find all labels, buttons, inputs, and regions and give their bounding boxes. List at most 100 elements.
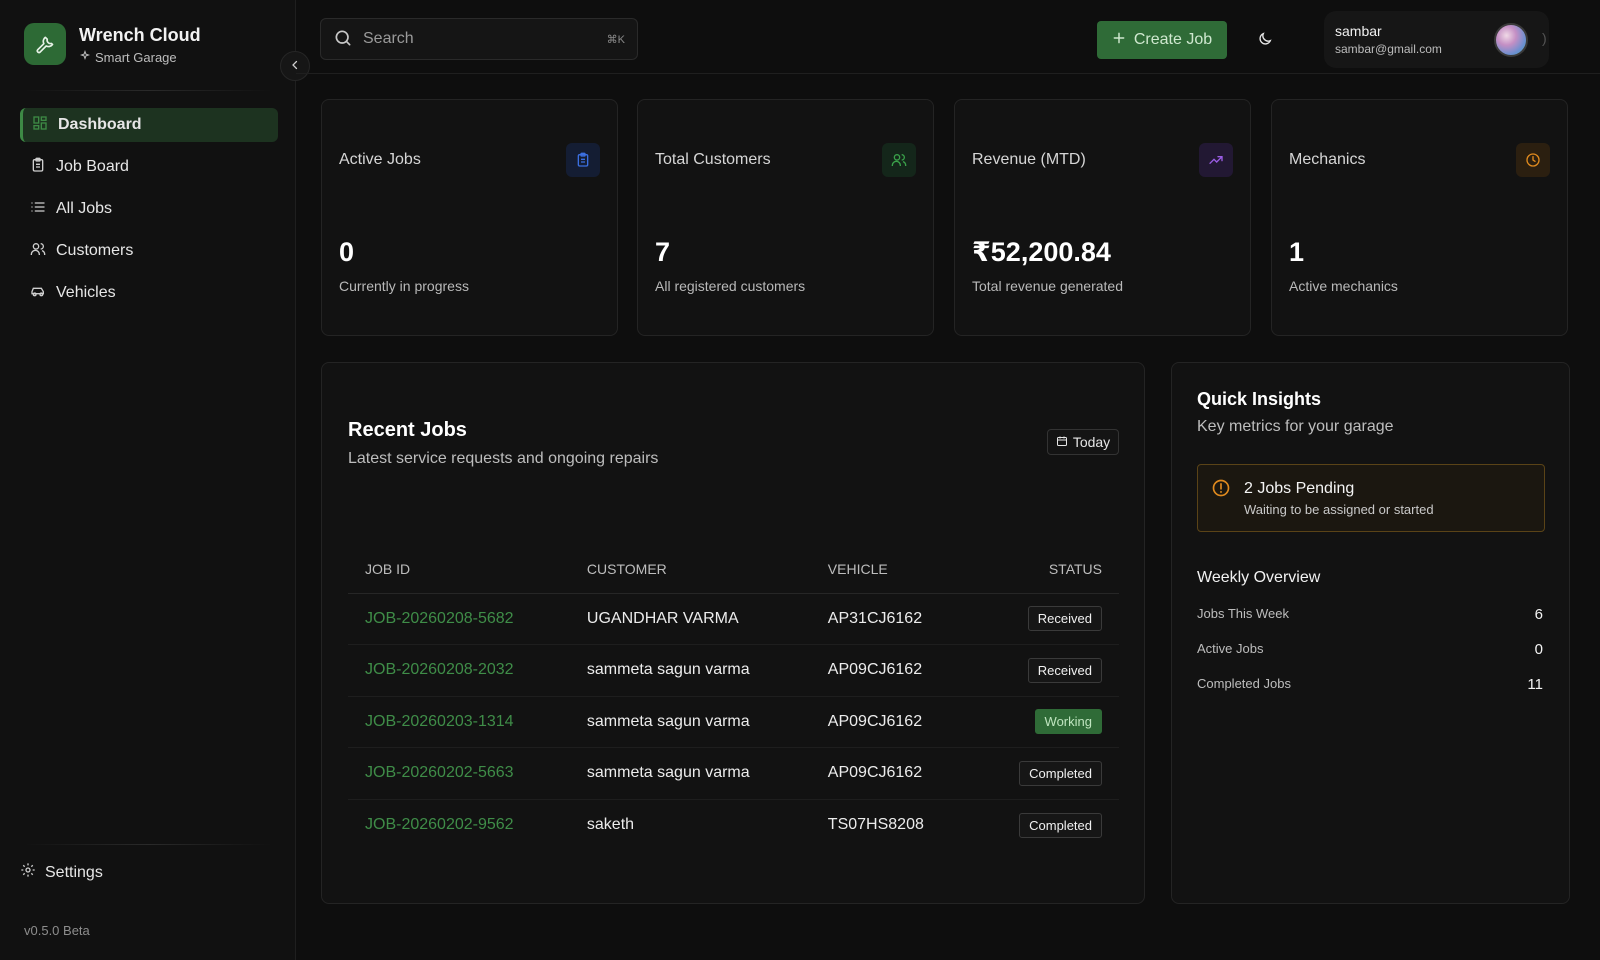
sidebar-item-job-board[interactable]: Job Board <box>20 150 278 184</box>
settings-label: Settings <box>45 863 103 881</box>
vehicle-cell: AP31CJ6162 <box>810 593 963 645</box>
weekly-value: 6 <box>1534 606 1543 623</box>
job-id-link[interactable]: JOB-20260202-9562 <box>348 799 570 851</box>
customer-cell: sammeta sagun varma <box>569 696 811 748</box>
job-id-link[interactable]: JOB-20260203-1314 <box>348 696 570 748</box>
table-row[interactable]: JOB-20260208-5682 UGANDHAR VARMA AP31CJ6… <box>348 593 1119 645</box>
avatar[interactable] <box>1494 23 1528 57</box>
search-icon <box>333 28 353 51</box>
sidebar-item-vehicles[interactable]: Vehicles <box>20 276 278 310</box>
stat-subtitle: All registered customers <box>655 278 806 294</box>
users-icon <box>882 143 916 177</box>
weekly-overview-title: Weekly Overview <box>1197 569 1321 586</box>
job-id-link[interactable]: JOB-20260208-2032 <box>348 644 570 697</box>
panel-title: Recent Jobs <box>348 419 467 441</box>
vehicle-cell: AP09CJ6162 <box>810 696 963 748</box>
panel-title: Quick Insights <box>1197 389 1322 409</box>
job-id-link[interactable]: JOB-20260208-5682 <box>348 593 570 645</box>
create-job-label: Create Job <box>1133 31 1213 48</box>
sidebar-item-customers[interactable]: Customers <box>20 234 278 268</box>
status-badge: Working <box>1034 709 1102 735</box>
trending-up-icon <box>1199 143 1233 177</box>
stat-title: Revenue (MTD) <box>972 151 1086 168</box>
brand: Wrench Cloud Smart Garage <box>24 23 310 81</box>
moon-icon <box>1257 31 1273 50</box>
stat-card-active-jobs: Active Jobs 0 Currently in progress <box>321 99 618 336</box>
chevron-right-icon: ) <box>1542 30 1547 46</box>
search-shortcut: ⌘K <box>606 33 625 46</box>
weekly-row-jobs-this-week: Jobs This Week 6 <box>1197 606 1543 623</box>
stat-subtitle: Total revenue generated <box>972 278 1123 294</box>
recent-jobs-panel: Recent Jobs Latest service requests and … <box>321 362 1145 904</box>
stat-subtitle: Active mechanics <box>1289 278 1398 294</box>
brand-subtitle: Smart Garage <box>79 49 177 65</box>
customer-cell: sammeta sagun varma <box>569 747 811 800</box>
column-header[interactable]: JOB ID <box>348 546 570 594</box>
vehicle-cell: AP09CJ6162 <box>810 644 963 697</box>
status-cell: Received <box>962 644 1119 697</box>
panel-subtitle: Key metrics for your garage <box>1197 418 1394 435</box>
status-badge: Completed <box>1019 812 1102 838</box>
column-header[interactable]: STATUS <box>962 546 1119 594</box>
stat-value: 7 <box>655 237 671 267</box>
sidebar-item-dashboard[interactable]: Dashboard <box>20 108 278 142</box>
status-badge: Completed <box>1019 760 1102 786</box>
vehicle-cell: AP09CJ6162 <box>810 747 963 800</box>
top-header: Search ⌘K Create Job sambar sambar@gmail… <box>296 0 1600 74</box>
sidebar-nav: Dashboard Job Board All Jobs Customers V… <box>20 108 278 318</box>
user-menu[interactable]: sambar sambar@gmail.com <box>1324 11 1549 68</box>
create-job-button[interactable]: Create Job <box>1097 21 1227 59</box>
theme-toggle-button[interactable] <box>1253 28 1277 52</box>
stat-title: Total Customers <box>655 151 771 168</box>
customer-cell: sammeta sagun varma <box>569 644 811 697</box>
status-badge: Received <box>1027 606 1102 632</box>
sidebar-divider <box>24 90 272 91</box>
sidebar-item-label: Job Board <box>56 158 129 175</box>
weekly-label: Jobs This Week <box>1197 606 1290 621</box>
search-input[interactable]: Search ⌘K <box>320 18 638 60</box>
user-email: sambar@gmail.com <box>1335 42 1442 56</box>
stat-title: Active Jobs <box>339 151 421 168</box>
stat-subtitle: Currently in progress <box>339 278 469 294</box>
status-cell: Received <box>962 593 1119 645</box>
alert-subtitle: Waiting to be assigned or started <box>1244 502 1434 517</box>
recent-jobs-table: JOB ID CUSTOMER VEHICLE STATUS JOB-20260… <box>348 546 1119 851</box>
stat-card-revenue: Revenue (MTD) ₹52,200.84 Total revenue g… <box>954 99 1251 336</box>
sidebar: Wrench Cloud Smart Garage Dashboard Job … <box>0 0 310 960</box>
wrench-icon[interactable] <box>24 23 66 65</box>
table-row[interactable]: JOB-20260202-9562 saketh TS07HS8208 Comp… <box>348 799 1119 851</box>
stat-card-total-customers: Total Customers 7 All registered custome… <box>637 99 934 336</box>
column-header[interactable]: CUSTOMER <box>569 546 811 594</box>
stat-value: 0 <box>339 237 355 267</box>
column-header[interactable]: VEHICLE <box>810 546 963 594</box>
table-row[interactable]: JOB-20260203-1314 sammeta sagun varma AP… <box>348 696 1119 748</box>
plus-icon <box>1112 31 1126 50</box>
car-icon <box>30 283 46 304</box>
status-cell: Working <box>962 696 1119 748</box>
customer-cell: saketh <box>586 816 635 833</box>
user-name: sambar <box>1335 23 1382 39</box>
weekly-value: 11 <box>1527 676 1543 693</box>
date-filter-button[interactable]: Today <box>1047 429 1119 455</box>
sidebar-divider <box>24 844 272 845</box>
alert-circle-icon <box>1211 478 1231 501</box>
stat-value: 1 <box>1289 237 1305 267</box>
job-id-link[interactable]: JOB-20260202-5663 <box>348 747 570 800</box>
sidebar-item-settings[interactable]: Settings <box>20 862 103 883</box>
calendar-icon <box>1056 434 1068 450</box>
table-header-row: JOB ID CUSTOMER VEHICLE STATUS <box>348 546 1119 594</box>
weekly-row-completed-jobs: Completed Jobs 11 <box>1197 676 1543 693</box>
stat-card-mechanics: Mechanics 1 Active mechanics <box>1271 99 1568 336</box>
table-row[interactable]: JOB-20260208-2032 sammeta sagun varma AP… <box>348 644 1119 697</box>
clipboard-list-icon <box>566 143 600 177</box>
sidebar-item-all-jobs[interactable]: All Jobs <box>20 192 278 226</box>
panel-subtitle: Latest service requests and ongoing repa… <box>348 450 659 467</box>
app-version: v0.5.0 Beta <box>24 923 90 938</box>
date-filter-label: Today <box>1072 434 1111 450</box>
dashboard-grid-icon <box>32 115 48 136</box>
sidebar-item-label: All Jobs <box>56 200 113 217</box>
sparkle-icon <box>79 49 91 65</box>
clock-icon <box>1516 143 1550 177</box>
pending-jobs-alert[interactable]: 2 Jobs Pending Waiting to be assigned or… <box>1197 464 1545 532</box>
table-row[interactable]: JOB-20260202-5663 sammeta sagun varma AP… <box>348 747 1119 800</box>
